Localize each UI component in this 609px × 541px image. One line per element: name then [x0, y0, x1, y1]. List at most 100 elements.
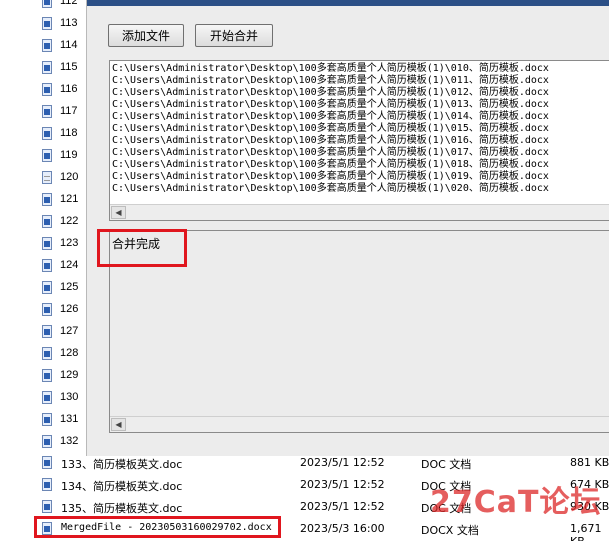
selected-file-path[interactable]: C:\Users\Administrator\Desktop\100多套高质量个… [110, 147, 609, 159]
selected-file-path[interactable]: C:\Users\Administrator\Desktop\100多套高质量个… [110, 183, 609, 195]
word-document-icon [42, 16, 52, 30]
file-number: 123 [60, 237, 79, 249]
word-document-icon [42, 500, 52, 513]
word-document-icon [42, 60, 52, 74]
file-number: 130 [60, 391, 79, 403]
word-document-icon [42, 390, 52, 404]
file-number: 120 [60, 171, 79, 183]
file-number: 122 [60, 215, 79, 227]
scroll-left-arrow-icon[interactable]: ◀ [111, 418, 126, 431]
file-name: 135、简历模板英文.doc [61, 502, 183, 515]
file-number: 129 [60, 369, 79, 381]
explorer-list-item[interactable]: 121 [42, 190, 78, 208]
explorer-file-row[interactable]: 133、简历模板英文.doc 2023/5/1 12:52 DOC 文档 881 KB [0, 452, 609, 474]
explorer-list-item[interactable]: 116 [42, 80, 78, 98]
file-size: 1,671 KB [570, 522, 602, 541]
text-file-icon [42, 170, 52, 184]
file-number: 128 [60, 347, 79, 359]
explorer-list-item[interactable]: 112 [42, 0, 78, 10]
explorer-list-item[interactable]: 128 [42, 344, 78, 362]
file-number: 131 [60, 413, 79, 425]
file-number: 115 [60, 61, 78, 73]
word-document-icon [42, 82, 52, 96]
file-number: 126 [60, 303, 79, 315]
selected-files-list[interactable]: C:\Users\Administrator\Desktop\100多套高质量个… [109, 60, 609, 221]
explorer-list-item[interactable]: 118 [42, 124, 78, 142]
explorer-list-item[interactable]: 125 [42, 278, 78, 296]
start-merge-button[interactable]: 开始合并 [195, 24, 273, 47]
word-document-icon [42, 126, 52, 140]
file-number: 112 [60, 0, 78, 7]
file-number: 119 [60, 149, 78, 161]
word-document-icon [42, 258, 52, 272]
file-type: DOCX 文档 [421, 524, 479, 537]
file-number: 113 [60, 17, 78, 29]
file-number: 121 [60, 193, 79, 205]
explorer-list-item[interactable]: 126 [42, 300, 78, 318]
word-document-icon [42, 346, 52, 360]
file-number: 132 [60, 435, 79, 447]
add-file-button[interactable]: 添加文件 [108, 24, 184, 47]
word-document-icon [42, 0, 52, 8]
word-document-icon [42, 456, 52, 469]
word-document-icon [42, 214, 52, 228]
selected-file-path[interactable]: C:\Users\Administrator\Desktop\100多套高质量个… [110, 75, 609, 87]
explorer-file-column: 112 113 114 115 116 117 118 119 120 121 122 123 124 1… [0, 0, 86, 456]
file-size: 881 KB [570, 456, 609, 469]
word-document-icon [42, 412, 52, 426]
file-name: 133、简历模板英文.doc [61, 458, 183, 471]
word-document-icon [42, 302, 52, 316]
selected-file-path[interactable]: C:\Users\Administrator\Desktop\100多套高质量个… [110, 135, 609, 147]
word-document-icon [42, 38, 52, 52]
explorer-list-item[interactable]: 119 [42, 146, 78, 164]
file-number: 125 [60, 281, 79, 293]
file-date: 2023/5/3 16:00 [300, 522, 385, 535]
word-document-icon [42, 324, 52, 338]
word-document-icon [42, 280, 52, 294]
dialog-title-bar [87, 0, 609, 6]
selected-file-path[interactable]: C:\Users\Administrator\Desktop\100多套高质量个… [110, 87, 609, 99]
file-number: 117 [60, 105, 78, 117]
word-document-icon [42, 104, 52, 118]
explorer-list-item[interactable]: 129 [42, 366, 78, 384]
explorer-list-item[interactable]: 115 [42, 58, 78, 76]
explorer-list-item[interactable]: 113 [42, 14, 78, 32]
selected-file-path[interactable]: C:\Users\Administrator\Desktop\100多套高质量个… [110, 171, 609, 183]
selected-file-path[interactable]: C:\Users\Administrator\Desktop\100多套高质量个… [110, 63, 609, 75]
selected-file-path[interactable]: C:\Users\Administrator\Desktop\100多套高质量个… [110, 123, 609, 135]
file-list-horizontal-scrollbar[interactable]: ◀ [110, 204, 609, 220]
explorer-list-item[interactable]: 117 [42, 102, 78, 120]
explorer-list-item[interactable]: 132 [42, 432, 78, 450]
file-date: 2023/5/1 12:52 [300, 478, 385, 491]
merge-dialog: 添加文件 开始合并 C:\Users\Administrator\Desktop… [86, 0, 609, 456]
explorer-list-item[interactable]: 122 [42, 212, 78, 230]
selected-file-path[interactable]: C:\Users\Administrator\Desktop\100多套高质量个… [110, 111, 609, 123]
file-number: 127 [60, 325, 79, 337]
explorer-list-item[interactable]: 120 [42, 168, 78, 186]
scroll-left-arrow-icon[interactable]: ◀ [111, 206, 126, 219]
file-date: 2023/5/1 12:52 [300, 456, 385, 469]
explorer-list-item[interactable]: 131 [42, 410, 78, 428]
explorer-list-item[interactable]: 123 [42, 234, 78, 252]
file-number: 114 [60, 39, 78, 51]
file-name: 134、简历模板英文.doc [61, 480, 183, 493]
file-number: 118 [60, 127, 78, 139]
word-document-icon [42, 192, 52, 206]
file-number: 124 [60, 259, 79, 271]
selected-file-path[interactable]: C:\Users\Administrator\Desktop\100多套高质量个… [110, 99, 609, 111]
explorer-list-item[interactable]: 124 [42, 256, 78, 274]
status-highlight-box [97, 229, 187, 267]
file-date: 2023/5/1 12:52 [300, 500, 385, 513]
explorer-list-item[interactable]: 114 [42, 36, 78, 54]
word-document-icon [42, 236, 52, 250]
selected-file-path[interactable]: C:\Users\Administrator\Desktop\100多套高质量个… [110, 159, 609, 171]
forum-watermark: 27CaT论坛 [430, 485, 602, 520]
explorer-list-item[interactable]: 127 [42, 322, 78, 340]
word-document-icon [42, 434, 52, 448]
file-type: DOC 文档 [421, 458, 472, 471]
file-number: 116 [60, 83, 78, 95]
log-horizontal-scrollbar[interactable]: ◀ [110, 416, 609, 432]
explorer-list-item[interactable]: 130 [42, 388, 78, 406]
word-document-icon [42, 368, 52, 382]
word-document-icon [42, 148, 52, 162]
